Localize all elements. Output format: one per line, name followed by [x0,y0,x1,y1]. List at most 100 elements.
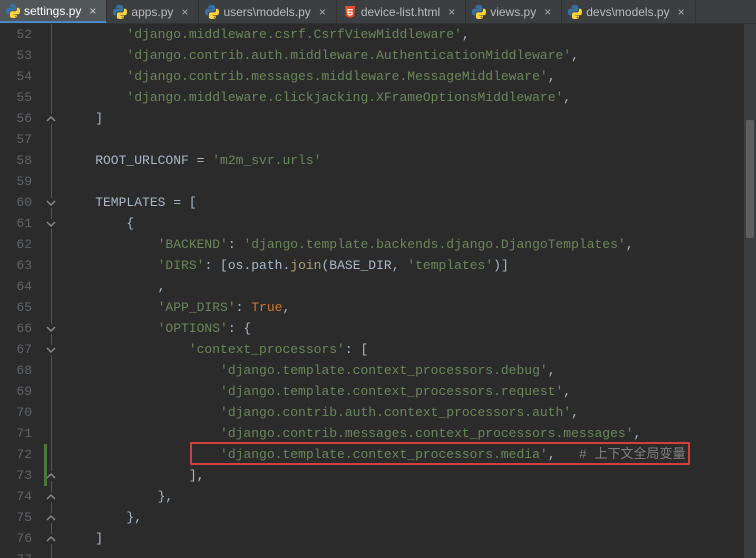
code-line[interactable]: ] [64,528,756,549]
token-str: 'APP_DIRS' [158,300,236,315]
fold-collapse-icon[interactable] [46,219,56,229]
token-op: , [571,48,579,63]
code-line[interactable]: , [64,276,756,297]
python-file-icon [472,5,486,19]
line-number: 72 [0,444,32,465]
python-file-icon [6,4,20,18]
token-op: , [563,90,571,105]
line-number: 55 [0,87,32,108]
code-line[interactable]: }, [64,486,756,507]
line-number: 59 [0,171,32,192]
code-editor[interactable]: 5253545556575859606162636465666768697071… [0,24,756,558]
code-line[interactable]: 'OPTIONS': { [64,318,756,339]
code-line[interactable]: 'django.contrib.auth.middleware.Authenti… [64,45,756,66]
line-number: 63 [0,255,32,276]
token-txt [64,27,126,42]
token-op: : [ [204,258,227,273]
token-op: ] [95,531,103,546]
line-number: 58 [0,150,32,171]
code-line[interactable]: 'BACKEND': 'django.template.backends.dja… [64,234,756,255]
close-icon[interactable]: × [544,5,551,19]
line-number: 65 [0,297,32,318]
token-op: , [571,405,579,420]
close-icon[interactable]: × [181,5,188,19]
code-line[interactable]: ] [64,108,756,129]
token-op: , [462,27,470,42]
line-number-gutter: 5253545556575859606162636465666768697071… [0,24,42,558]
close-icon[interactable]: × [678,5,685,19]
tab-apps-py[interactable]: apps.py × [107,0,199,23]
tab-settings-py[interactable]: settings.py× [0,0,107,23]
vertical-scrollbar[interactable] [744,24,756,558]
fold-end-icon[interactable] [46,534,56,544]
token-kw: True [251,300,282,315]
token-str: 'django.template.context_processors.medi… [220,447,548,462]
code-line[interactable]: 'context_processors': [ [64,339,756,360]
tab-views-py[interactable]: views.py× [466,0,562,23]
tab-label: apps.py [131,5,173,19]
line-number: 68 [0,360,32,381]
tab-users-models-py[interactable]: users\models.py× [199,0,336,23]
code-line[interactable]: 'APP_DIRS': True, [64,297,756,318]
token-op: ) [493,258,501,273]
code-line[interactable]: 'DIRS': [os.path.join(BASE_DIR, 'templat… [64,255,756,276]
fold-collapse-icon[interactable] [46,198,56,208]
token-op: , [158,279,166,294]
tab-label: devs\models.py [586,5,669,19]
token-txt [64,300,158,315]
code-line[interactable]: 'django.contrib.messages.middleware.Mess… [64,66,756,87]
token-str: 'django.contrib.messages.context_process… [220,426,633,441]
code-line[interactable]: 'django.contrib.messages.context_process… [64,423,756,444]
close-icon[interactable]: × [448,5,455,19]
python-file-icon [568,5,582,19]
token-txt [64,48,126,63]
close-icon[interactable]: × [89,4,96,18]
code-line[interactable]: }, [64,507,756,528]
code-area[interactable]: 'django.middleware.csrf.CsrfViewMiddlewa… [60,24,756,558]
code-line[interactable]: 'django.contrib.auth.context_processors.… [64,402,756,423]
token-txt: BASE_DIR [329,258,391,273]
code-line[interactable] [64,129,756,150]
line-number: 62 [0,234,32,255]
code-line[interactable]: TEMPLATES = [ [64,192,756,213]
token-str: 'BACKEND' [158,237,228,252]
code-line[interactable] [64,549,756,558]
token-str: 'django.contrib.auth.middleware.Authenti… [126,48,571,63]
fold-collapse-icon[interactable] [46,345,56,355]
code-line[interactable]: ], [64,465,756,486]
token-str: 'DIRS' [158,258,205,273]
tab-devs-models-py[interactable]: devs\models.py × [562,0,695,23]
code-line[interactable]: 'django.template.context_processors.debu… [64,360,756,381]
token-str: 'django.template.context_processors.debu… [220,363,548,378]
close-icon[interactable]: × [319,5,326,19]
token-op: , [282,300,290,315]
line-number: 57 [0,129,32,150]
fold-end-icon[interactable] [46,513,56,523]
line-number: 67 [0,339,32,360]
python-file-icon [205,5,219,19]
fold-end-icon[interactable] [46,492,56,502]
vcs-change-marker [44,444,47,465]
tab-bar: settings.py×apps.py×users\models.py×devi… [0,0,756,24]
code-line[interactable]: ROOT_URLCONF = 'm2m_svr.urls' [64,150,756,171]
tab-device-list-html[interactable]: device-list.html× [337,0,466,23]
fold-collapse-icon[interactable] [46,324,56,334]
token-op: : [ [345,342,368,357]
fold-end-icon[interactable] [46,114,56,124]
token-txt [64,468,189,483]
fold-end-icon[interactable] [46,471,56,481]
token-txt [64,258,158,273]
code-line[interactable]: 'django.middleware.csrf.CsrfViewMiddlewa… [64,24,756,45]
scrollbar-thumb[interactable] [746,120,754,237]
line-number: 73 [0,465,32,486]
code-line[interactable] [64,171,756,192]
code-line[interactable]: { [64,213,756,234]
token-txt [64,237,158,252]
line-number: 77 [0,549,32,558]
token-txt [64,447,220,462]
code-line[interactable]: 'django.middleware.clickjacking.XFrameOp… [64,87,756,108]
code-line[interactable]: 'django.template.context_processors.requ… [64,381,756,402]
code-line[interactable]: 'django.template.context_processors.medi… [64,444,756,465]
token-txt [64,489,158,504]
token-str: 'm2m_svr.urls' [212,153,321,168]
